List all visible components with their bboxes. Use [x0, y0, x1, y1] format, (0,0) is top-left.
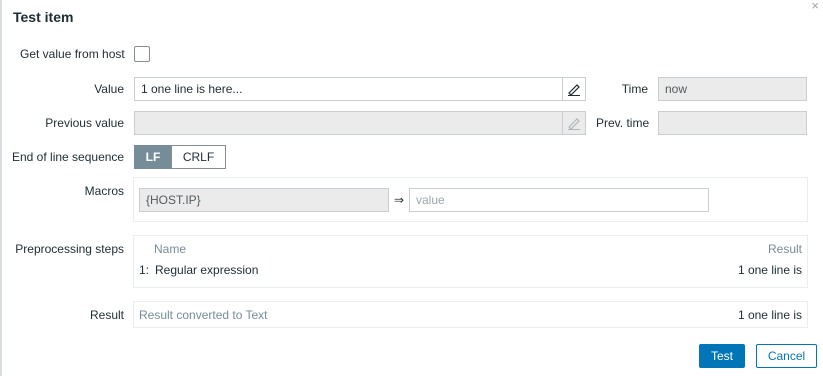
result-label: Result [89, 308, 124, 322]
preprocessing-step-result: 1 one line is [737, 263, 802, 277]
macros-label: Macros [84, 184, 124, 198]
get-value-checkbox[interactable] [134, 46, 150, 62]
value-input[interactable]: 1 one line is here... [134, 77, 563, 101]
test-button[interactable]: Test [699, 344, 745, 368]
prev-time-label: Prev. time [596, 116, 650, 130]
previous-value-field [134, 111, 563, 135]
eol-option-lf[interactable]: LF [134, 145, 172, 169]
previous-value-label: Previous value [45, 116, 124, 130]
pencil-icon [568, 118, 580, 130]
result-converted-text: Result converted to Text [139, 308, 268, 322]
dialog-left-border [0, 0, 2, 376]
result-value: 1 one line is [737, 308, 802, 322]
preprocessing-col-name: Name [154, 242, 187, 256]
close-icon[interactable]: × [811, 0, 819, 12]
get-value-label: Get value from host [20, 47, 125, 61]
macro-value-input[interactable]: value [409, 188, 709, 212]
test-item-dialog: Test item × Get value from host Value 1 … [0, 0, 823, 376]
pencil-icon [568, 84, 580, 96]
macro-arrow-icon: ⇒ [394, 193, 405, 207]
preprocessing-step-index: 1: [139, 263, 150, 277]
eol-label: End of line sequence [12, 150, 125, 164]
time-field: now [658, 77, 807, 101]
prev-time-field [658, 111, 807, 135]
eol-option-crlf[interactable]: CRLF [171, 145, 226, 169]
macro-name-field: {HOST.IP} [139, 188, 389, 212]
time-label: Time [621, 82, 648, 96]
value-edit-button[interactable] [562, 77, 586, 101]
preprocessing-col-result: Result [767, 242, 802, 256]
dialog-title: Test item [13, 9, 74, 25]
preprocessing-step-name: Regular expression [155, 263, 259, 277]
previous-value-edit-button [562, 111, 586, 135]
preprocessing-label: Preprocessing steps [15, 242, 124, 256]
cancel-button[interactable]: Cancel [756, 344, 817, 368]
value-label: Value [94, 82, 124, 96]
